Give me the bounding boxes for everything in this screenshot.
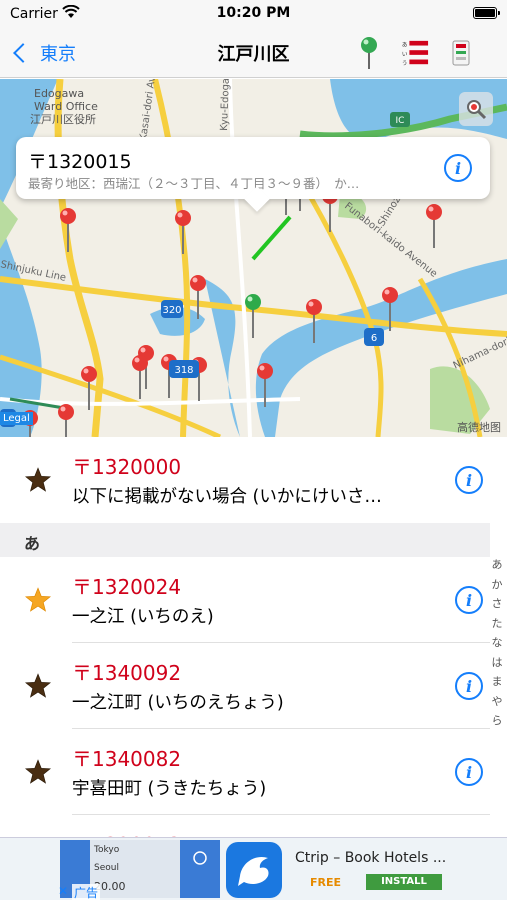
info-button[interactable]: i xyxy=(455,672,483,700)
callout-subtitle: 最寄り地区：西瑞江（２〜３丁目、４丁目３〜９番） か… xyxy=(28,176,360,191)
map-zoom-button[interactable] xyxy=(459,92,493,126)
ad-title: Ctrip – Book Hotels ... xyxy=(295,850,447,866)
route-shield-318: 318 xyxy=(169,360,199,378)
svg-text:あ: あ xyxy=(402,41,408,48)
index-letter[interactable]: ら xyxy=(492,711,503,731)
map-label: Ward Office xyxy=(34,100,98,113)
info-button[interactable]: i xyxy=(455,586,483,614)
selected-pin[interactable] xyxy=(245,294,261,338)
status-bar: Carrier 10:20 PM xyxy=(0,0,507,28)
list-item[interactable]: 〒1340082 宇喜田町 (うきたちょう) i xyxy=(0,729,490,815)
ad-install-button[interactable]: INSTALL xyxy=(366,874,442,890)
map-canvas[interactable]: 320 6 318 10 IC Edogawa Ward Office 江戸川区… xyxy=(0,79,507,437)
index-letter[interactable]: は xyxy=(492,653,503,673)
map-label: Edogawa xyxy=(34,87,84,100)
route-shield-320: 320 xyxy=(161,300,183,318)
svg-text:う: う xyxy=(402,60,408,67)
zip-code: 〒1320000 xyxy=(72,455,182,479)
index-letter[interactable]: な xyxy=(492,633,503,653)
svg-text:6: 6 xyxy=(371,333,377,344)
info-button[interactable]: i xyxy=(455,758,483,786)
list-item[interactable]: 〒1320024 一之江 (いちのえ) i xyxy=(0,557,490,643)
zip-code: 〒1340092 xyxy=(72,661,182,685)
battery-icon xyxy=(473,7,500,19)
green-pin-button[interactable] xyxy=(355,36,383,70)
map-label: 江戸川区役所 xyxy=(30,112,96,126)
ad-label: 广告 xyxy=(72,884,101,901)
list-item[interactable]: 〒1320000 以下に掲載がない場合 (いかにけいさ… i xyxy=(0,437,490,523)
index-letter[interactable]: た xyxy=(492,614,503,634)
green-pin-icon xyxy=(361,37,377,69)
ic-badge: IC xyxy=(390,112,410,127)
chevron-left-icon xyxy=(13,43,33,63)
ad-app-icon[interactable] xyxy=(226,842,282,898)
section-header-label: あ xyxy=(24,534,41,553)
tag-button[interactable] xyxy=(447,36,475,70)
area-name: 一之江 (いちのえ) xyxy=(72,607,214,627)
nav-toolbar: あ い う xyxy=(355,36,475,70)
route-shield-6: 6 xyxy=(364,328,384,346)
kana-index-icon: あ い う xyxy=(402,40,429,67)
svg-text:IC: IC xyxy=(396,116,405,126)
info-button[interactable]: i xyxy=(455,466,483,494)
svg-text:い: い xyxy=(402,51,408,58)
map-attribution: 高德地图 xyxy=(457,421,501,434)
map-callout[interactable]: 〒1320015 最寄り地区：西瑞江（２〜３丁目、４丁目３〜９番） か… i xyxy=(16,137,490,199)
area-name: 以下に掲載がない場合 (いかにけいさ… xyxy=(72,487,382,507)
callout-zip: 〒1320015 xyxy=(28,151,132,173)
section-header: あ xyxy=(0,523,490,557)
index-letter[interactable]: ま xyxy=(492,672,503,692)
legal-link[interactable]: Legal xyxy=(0,412,33,425)
dolphin-icon xyxy=(238,856,269,886)
navigation-bar: 東京 江戸川区 あ い う xyxy=(0,28,507,78)
ad-banner[interactable]: Tokyo Seoul 20.00 ✕ 广告 Ctrip – Book Hote… xyxy=(0,837,507,901)
kana-index-button[interactable]: あ い う xyxy=(401,36,429,70)
map-view[interactable]: 320 6 318 10 IC Edogawa Ward Office 江戸川区… xyxy=(0,79,507,437)
tag-icon xyxy=(452,40,470,66)
ad-price: FREE xyxy=(310,876,342,889)
list-item[interactable]: 〒1340092 一之江町 (いちのえちょう) i xyxy=(0,643,490,729)
brown-star-icon xyxy=(24,673,52,698)
magnifier-icon xyxy=(467,100,487,120)
section-index-bar[interactable]: あ か さ た な は ま や ら xyxy=(489,555,505,731)
list-item[interactable]: 〒1320013 xyxy=(0,815,490,837)
index-letter[interactable]: さ xyxy=(492,594,503,614)
callout-info-button[interactable]: i xyxy=(444,154,472,182)
svg-text:Seoul: Seoul xyxy=(94,863,119,873)
index-letter[interactable]: か xyxy=(492,575,503,595)
area-name: 宇喜田町 (うきたちょう) xyxy=(72,779,267,799)
index-letter[interactable]: あ xyxy=(492,555,503,575)
area-name: 一之江町 (いちのえちょう) xyxy=(72,693,284,713)
brown-star-icon xyxy=(24,467,52,492)
map-label: Nihama-dori xyxy=(452,336,507,372)
brown-star-icon xyxy=(24,759,52,784)
zip-code: 〒1320024 xyxy=(72,575,182,599)
svg-text:318: 318 xyxy=(174,365,193,376)
index-letter[interactable]: や xyxy=(492,692,503,712)
status-time: 10:20 PM xyxy=(216,5,291,21)
zip-code: 〒1320013 xyxy=(72,829,181,837)
back-label: 東京 xyxy=(40,44,76,65)
svg-text:Tokyo: Tokyo xyxy=(93,845,120,855)
ad-close-button[interactable]: ✕ xyxy=(58,884,68,898)
svg-text:320: 320 xyxy=(162,305,181,316)
gold-star-icon xyxy=(24,587,52,612)
back-button[interactable]: 東京 xyxy=(10,38,76,68)
zip-code: 〒1340082 xyxy=(72,747,182,771)
postal-code-list[interactable]: 〒1320000 以下に掲載がない場合 (いかにけいさ… i あ 〒132002… xyxy=(0,437,507,837)
